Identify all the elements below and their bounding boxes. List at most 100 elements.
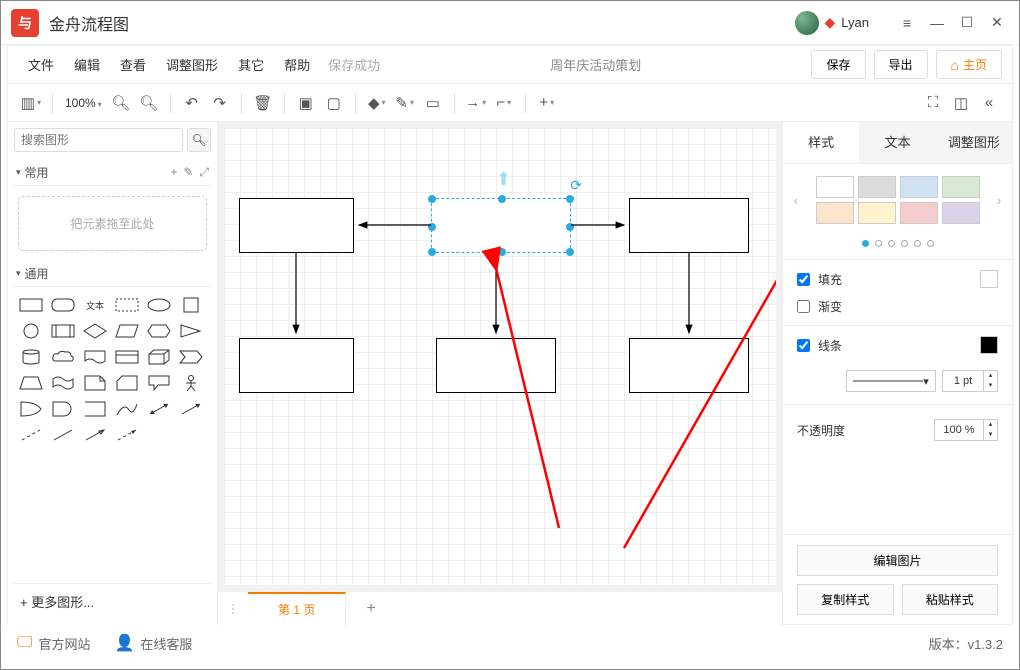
official-site-link[interactable]: 🖵官方网站 [17,634,90,653]
format-panel-icon[interactable]: ◫ [948,90,974,116]
shape-note[interactable] [80,371,110,395]
shape-trapezoid[interactable] [16,371,46,395]
tab-page1[interactable]: 第 1 页 [248,592,346,626]
insert-icon[interactable]: + [534,90,560,116]
shape-textbox[interactable] [112,293,142,317]
spin-down-icon[interactable]: ▾ [984,381,997,391]
export-button[interactable]: 导出 [874,50,928,79]
prev-swatches-icon[interactable]: ‹ [787,192,805,208]
line-color-icon[interactable]: ✎ [392,90,418,116]
shape-circle[interactable] [16,319,46,343]
dot[interactable] [914,240,921,247]
shape-cloud[interactable] [48,345,78,369]
shape-hexagon[interactable] [144,319,174,343]
shape-cylinder[interactable] [16,345,46,369]
undo-icon[interactable]: ↶ [179,90,205,116]
tab-menu-icon[interactable]: ⋮ [218,602,248,616]
shape-and[interactable] [48,397,78,421]
add-icon[interactable]: + [170,165,177,180]
copy-style-button[interactable]: 复制样式 [797,584,894,615]
shape-dasharrow[interactable] [112,423,142,447]
document-title[interactable]: 周年庆活动策划 [380,55,811,74]
shape-actor[interactable] [176,371,206,395]
shape-link[interactable] [80,423,110,447]
swatch[interactable] [942,202,980,224]
canvas-node[interactable] [629,198,749,253]
shape-process[interactable] [48,319,78,343]
dot[interactable] [862,240,869,247]
dot[interactable] [901,240,908,247]
support-link[interactable]: 👤在线客服 [114,633,192,653]
tab-style[interactable]: 样式 [783,122,859,163]
canvas-node[interactable] [436,338,556,393]
menu-edit[interactable]: 编辑 [64,55,110,74]
canvas-node[interactable] [239,198,354,253]
zoom-out-icon[interactable]: 🔍︎ [136,90,162,116]
menu-adjust[interactable]: 调整图形 [156,55,228,74]
shape-diamond[interactable] [80,319,110,343]
close-icon[interactable]: ✕ [985,11,1009,35]
menu-file[interactable]: 文件 [18,55,64,74]
shape-curve[interactable] [112,397,142,421]
zoom-in-icon[interactable]: 🔍︎ [108,90,134,116]
delete-icon[interactable]: 🗑 [250,90,276,116]
spin-up-icon[interactable]: ▴ [984,420,997,430]
shape-rect[interactable] [16,293,46,317]
shape-ellipse[interactable] [144,293,174,317]
swatch[interactable] [900,176,938,198]
shape-callout[interactable] [144,371,174,395]
section-general[interactable]: ▾通用 [14,261,211,287]
shape-tape[interactable] [48,371,78,395]
shape-biarrow[interactable] [144,397,174,421]
line-checkbox[interactable] [797,339,810,352]
layout-tool[interactable]: ▥ [18,90,44,116]
line-style-select[interactable]: ▾ [846,370,936,392]
paste-style-button[interactable]: 粘贴样式 [902,584,999,615]
menu-icon[interactable]: ≡ [895,11,919,35]
shape-triangle[interactable] [176,319,206,343]
shape-or[interactable] [16,397,46,421]
swatch[interactable] [816,202,854,224]
fullscreen-icon[interactable]: ⛶ [920,90,946,116]
avatar[interactable] [795,11,819,35]
home-button[interactable]: 主页 [936,50,1002,79]
dot[interactable] [888,240,895,247]
opacity-input[interactable]: 100 %▴▾ [934,419,998,441]
save-button[interactable]: 保存 [811,50,865,79]
swatch[interactable] [900,202,938,224]
maximize-icon[interactable]: ☐ [955,11,979,35]
gradient-checkbox[interactable] [797,300,810,313]
menu-view[interactable]: 查看 [110,55,156,74]
shape-step[interactable] [176,345,206,369]
shape-rounded[interactable] [48,293,78,317]
redo-icon[interactable]: ↷ [207,90,233,116]
spin-down-icon[interactable]: ▾ [984,430,997,440]
tab-adjust[interactable]: 调整图形 [936,122,1012,163]
spin-up-icon[interactable]: ▴ [984,371,997,381]
dot[interactable] [927,240,934,247]
minimize-icon[interactable]: — [925,11,949,35]
fill-color[interactable] [980,270,998,288]
edit-image-button[interactable]: 编辑图片 [797,545,998,576]
shape-internal[interactable] [112,345,142,369]
collapse-icon[interactable]: « [976,90,1002,116]
canvas-node[interactable] [239,338,354,393]
search-input[interactable] [14,128,183,152]
fill-checkbox[interactable] [797,273,810,286]
expand-icon[interactable]: ⤢ [199,165,209,180]
swatch[interactable] [816,176,854,198]
shape-datastore[interactable] [80,397,110,421]
shape-square[interactable] [176,293,206,317]
shape-arrow[interactable] [176,397,206,421]
next-swatches-icon[interactable]: › [990,192,1008,208]
menu-other[interactable]: 其它 [228,55,274,74]
swatch[interactable] [858,202,896,224]
swatch[interactable] [942,176,980,198]
shape-document[interactable] [80,345,110,369]
shape-parallelogram[interactable] [112,319,142,343]
drag-target[interactable]: 把元素拖至此处 [18,196,207,251]
shape-dashedline[interactable] [16,423,46,447]
canvas-node[interactable] [629,338,749,393]
dot[interactable] [875,240,882,247]
rotate-icon[interactable]: ⟳ [570,177,582,194]
